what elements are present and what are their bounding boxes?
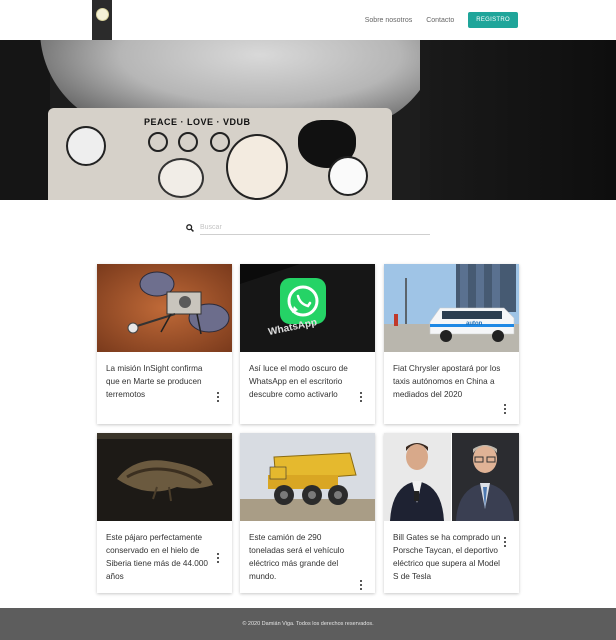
card-image-mining-truck — [240, 433, 375, 521]
more-options-icon[interactable] — [216, 392, 220, 402]
heart-sticker — [178, 132, 198, 152]
card-title: La misión InSight confirma que en Marte … — [106, 364, 203, 399]
nav-link-about[interactable]: Sobre nosotros — [365, 17, 412, 24]
card-image-frozen-bird — [97, 433, 232, 521]
more-options-icon[interactable] — [503, 537, 507, 547]
skull-sticker — [66, 126, 106, 166]
card-title: Fiat Chrysler apostará por los taxis aut… — [393, 364, 501, 399]
search-input[interactable] — [200, 220, 430, 235]
copyright-text: © 2020 Damián Viga. Todos los derechos r… — [242, 621, 374, 627]
cartoon-sticker — [158, 158, 204, 198]
news-card-bird[interactable]: Este pájaro perfectamente conservado en … — [97, 433, 232, 593]
panda-sticker — [328, 156, 368, 196]
card-image-autonomous-van: auton — [384, 264, 519, 352]
search-icon — [186, 224, 194, 232]
news-card-insight[interactable]: La misión InSight confirma que en Marte … — [97, 264, 232, 424]
page-footer: © 2020 Damián Viga. Todos los derechos r… — [0, 608, 616, 640]
card-title: Este pájaro perfectamente conservado en … — [106, 533, 208, 581]
card-image-whatsapp-phone: WhatsApp — [240, 264, 375, 352]
card-title: Bill Gates se ha comprado un Porsche Tay… — [393, 533, 501, 581]
van-brand-text: auton — [466, 321, 483, 327]
hero-background-left — [0, 40, 50, 200]
more-options-icon[interactable] — [359, 392, 363, 402]
logo-tab[interactable] — [92, 0, 112, 40]
card-image-mars-lander — [97, 264, 232, 352]
hero-banner-image: PEACE · LOVE · VDUB — [0, 40, 616, 200]
card-image-musk-gates — [384, 433, 519, 521]
card-title: Así luce el modo oscuro de WhatsApp en e… — [249, 364, 348, 399]
more-options-icon[interactable] — [503, 404, 507, 414]
hero-laptop: PEACE · LOVE · VDUB — [48, 108, 392, 200]
peace-sticker — [148, 132, 168, 152]
card-title: Este camión de 290 toneladas será el veh… — [249, 533, 345, 581]
more-options-icon[interactable] — [216, 553, 220, 563]
main-nav: Sobre nosotros Contacto REGISTRO — [365, 12, 518, 28]
news-card-fiat[interactable]: auton Fiat Chrysler apostará por los tax… — [384, 264, 519, 424]
pinup-sticker — [226, 134, 288, 200]
news-card-gates[interactable]: Bill Gates se ha comprado un Porsche Tay… — [384, 433, 519, 593]
news-card-whatsapp[interactable]: WhatsApp Así luce el modo oscuro de What… — [240, 264, 375, 424]
more-options-icon[interactable] — [359, 580, 363, 590]
news-card-truck[interactable]: Este camión de 290 toneladas será el veh… — [240, 433, 375, 593]
hero-background-right — [420, 40, 616, 200]
search-bar — [186, 220, 432, 236]
top-navbar: Sobre nosotros Contacto REGISTRO — [0, 0, 616, 40]
laptop-sticker-text: PEACE · LOVE · VDUB — [144, 117, 251, 127]
vw-sticker — [210, 132, 230, 152]
nav-link-contact[interactable]: Contacto — [426, 17, 454, 24]
site-logo[interactable] — [95, 8, 109, 21]
register-button[interactable]: REGISTRO — [468, 12, 518, 28]
